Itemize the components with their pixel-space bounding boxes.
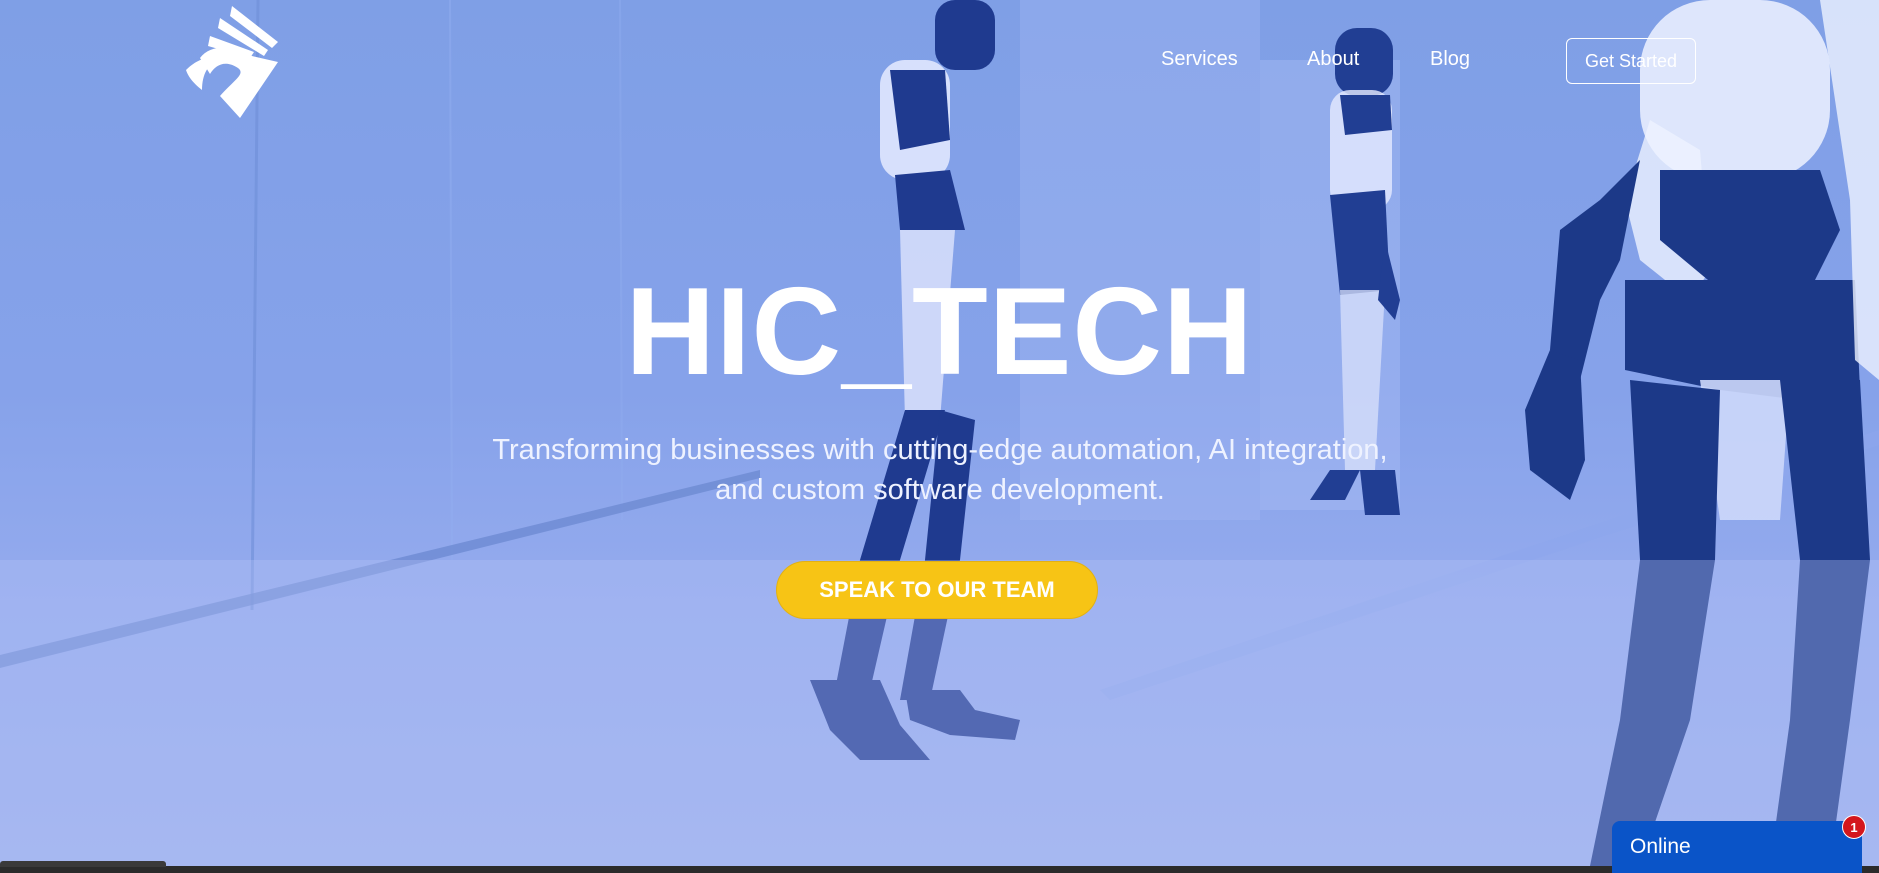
bottom-bar xyxy=(0,866,1879,873)
hero-subtitle-line-1: Transforming businesses with cutting-edg… xyxy=(492,434,1388,466)
top-navigation: Services About Blog Get Started xyxy=(0,0,1879,120)
chat-status-label: Online xyxy=(1630,835,1691,858)
hero-subtitle: Transforming businesses with cutting-edg… xyxy=(440,430,1440,510)
get-started-button[interactable]: Get Started xyxy=(1566,38,1696,84)
speak-to-our-team-button[interactable]: SPEAK TO OUR TEAM xyxy=(776,561,1098,619)
notification-badge: 1 xyxy=(1842,815,1866,839)
online-chat-widget[interactable]: Online xyxy=(1612,821,1862,873)
nav-link-services[interactable]: Services xyxy=(1161,48,1238,71)
hero-title: HIC_TECH xyxy=(625,263,1254,401)
hero-subtitle-line-2: and custom software development. xyxy=(715,474,1165,506)
bottom-tab-indicator xyxy=(0,861,166,867)
hawk-logo-icon[interactable] xyxy=(180,0,300,120)
nav-link-about[interactable]: About xyxy=(1307,48,1359,71)
nav-link-blog[interactable]: Blog xyxy=(1430,48,1470,71)
